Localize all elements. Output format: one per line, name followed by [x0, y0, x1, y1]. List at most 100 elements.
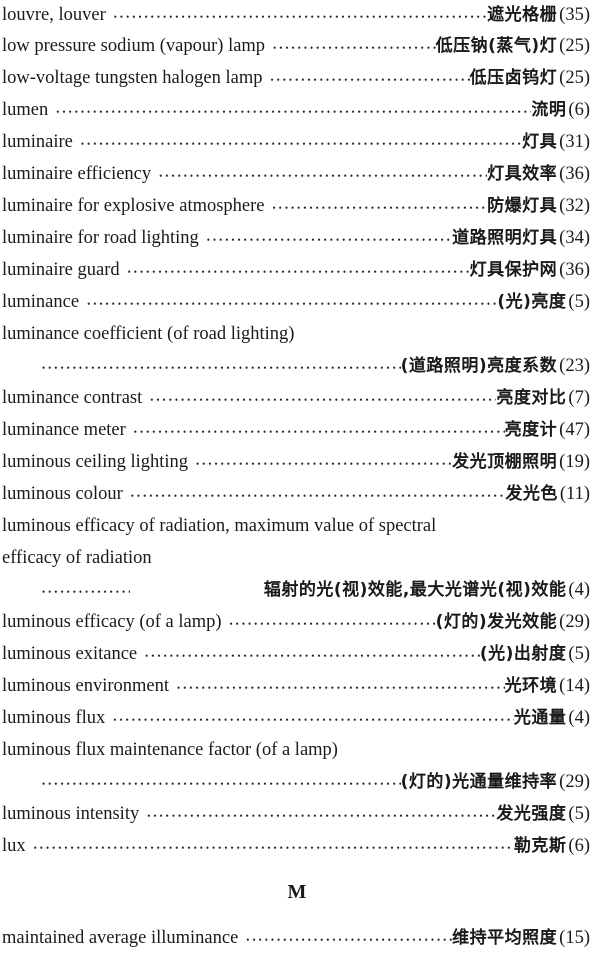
dot-leader	[188, 448, 452, 480]
index-entry: luminous intensity 发光强度 (5)	[2, 798, 590, 830]
dot-leader	[34, 576, 130, 608]
dot-leader	[262, 64, 469, 96]
chinese-term: 道路照明灯具	[452, 228, 558, 248]
chinese-term: 灯具效率	[487, 164, 558, 184]
english-term: luminance coefficient (of road lighting)	[2, 324, 295, 344]
chinese-term: 亮度计	[504, 420, 558, 440]
dot-leader	[106, 1, 487, 33]
english-term: luminous efficacy of radiation, maximum …	[2, 516, 437, 536]
page-number: (5)	[568, 804, 590, 824]
english-term: luminous flux	[2, 708, 106, 728]
chinese-term: (灯的)光通量维持率	[400, 772, 558, 792]
page-number: (14)	[559, 676, 590, 696]
page-number: (35)	[559, 5, 590, 25]
page-number: (5)	[568, 644, 590, 664]
dot-leader	[26, 832, 514, 864]
index-entry-continuation: (灯的)光通量维持率 (29)	[34, 766, 590, 798]
index-entry: luminous colour 发光色 (11)	[2, 478, 590, 510]
dot-leader	[79, 288, 497, 320]
page-number: (29)	[559, 612, 590, 632]
english-term: luminaire	[2, 132, 73, 152]
english-term: luminous flux maintenance factor (of a l…	[2, 740, 338, 760]
page-number: (6)	[568, 836, 590, 856]
english-term: luminance meter	[2, 420, 126, 440]
chinese-term: 光通量	[513, 708, 567, 728]
chinese-term: 发光强度	[496, 804, 567, 824]
chinese-term: 发光顶棚照明	[452, 452, 558, 472]
chinese-term: 灯具	[522, 132, 558, 152]
page-number: (29)	[559, 772, 590, 792]
glossary-index-page: louvre, louver 遮光格栅 (35) low pressure so…	[0, 0, 594, 951]
dot-leader	[222, 608, 436, 640]
chinese-term: (光)出射度	[479, 644, 567, 664]
page-number: (36)	[559, 164, 590, 184]
dot-leader	[199, 224, 452, 256]
index-entry: lumen 流明 (6)	[2, 94, 590, 126]
dot-leader	[265, 192, 488, 224]
chinese-term: (光)亮度	[497, 292, 567, 312]
page-number: (4)	[568, 708, 590, 728]
page-number: (19)	[559, 452, 590, 472]
index-entry-continuation: 辐射的光(视)效能,最大光谱光(视)效能 (4)	[34, 574, 590, 606]
english-term: luminous ceiling lighting	[2, 452, 189, 472]
chinese-term: 亮度对比	[496, 388, 567, 408]
chinese-term: 维持平均照度	[452, 928, 558, 948]
page-number: (25)	[559, 68, 590, 88]
index-entry: lux 勒克斯 (6)	[2, 830, 590, 862]
english-term: maintained average illuminance	[2, 928, 239, 948]
english-term: luminaire for explosive atmosphere	[2, 196, 265, 216]
page-number: (31)	[559, 132, 590, 152]
chinese-term: 防爆灯具	[487, 196, 558, 216]
index-entry: luminance meter 亮度计 (47)	[2, 414, 590, 446]
english-term: luminance contrast	[2, 388, 143, 408]
chinese-term: 勒克斯	[513, 836, 567, 856]
dot-leader	[142, 384, 496, 416]
english-term: louvre, louver	[2, 5, 106, 25]
page-number: (23)	[559, 356, 590, 376]
english-term-continued: efficacy of radiation	[2, 548, 152, 568]
page-number: (5)	[568, 292, 590, 312]
page-number: (7)	[568, 388, 590, 408]
chinese-term: 遮光格栅	[487, 5, 558, 25]
dot-leader	[137, 640, 480, 672]
english-term: luminous exitance	[2, 644, 138, 664]
english-term: luminous efficacy (of a lamp)	[2, 612, 222, 632]
index-entry: luminous flux 光通量 (4)	[2, 702, 590, 734]
index-entry: luminaire for road lighting 道路照明灯具 (34)	[2, 222, 590, 254]
chinese-term: 光环境	[504, 676, 558, 696]
dot-leader	[151, 160, 487, 192]
page-number: (32)	[559, 196, 590, 216]
chinese-term: (灯的)发光效能	[435, 612, 558, 632]
index-entry: low pressure sodium (vapour) lamp 低压钠(蒸气…	[2, 30, 590, 62]
index-entry: luminaire 灯具 (31)	[2, 126, 590, 158]
dot-leader	[120, 256, 470, 288]
index-entry: luminous exitance (光)出射度 (5)	[2, 638, 590, 670]
english-term: luminance	[2, 292, 80, 312]
dot-leader	[139, 800, 496, 832]
index-entry: luminaire guard 灯具保护网 (36)	[2, 254, 590, 286]
dot-leader	[73, 128, 522, 160]
page-number: (11)	[559, 484, 590, 504]
dot-leader	[123, 480, 506, 512]
page-number: (34)	[559, 228, 590, 248]
dot-leader	[238, 924, 452, 956]
english-term: luminaire efficiency	[2, 164, 152, 184]
page-number: (6)	[568, 100, 590, 120]
chinese-term: (道路照明)亮度系数	[400, 356, 558, 376]
index-entry: luminaire for explosive atmosphere 防爆灯具 …	[2, 190, 590, 222]
dot-leader	[265, 32, 436, 64]
english-term: low pressure sodium (vapour) lamp	[2, 36, 266, 56]
dot-leader	[34, 352, 401, 384]
english-term: luminous intensity	[2, 804, 140, 824]
page-number: (25)	[559, 36, 590, 56]
index-entry: luminance contrast 亮度对比 (7)	[2, 382, 590, 414]
english-term: lux	[2, 836, 26, 856]
index-entry: low-voltage tungsten halogen lamp 低压卤钨灯 …	[2, 62, 590, 94]
page-number: (15)	[559, 928, 590, 948]
chinese-term: 辐射的光(视)效能,最大光谱光(视)效能	[263, 580, 567, 600]
dot-leader	[48, 96, 531, 128]
index-entry: maintained average illuminance 维持平均照度 (1…	[2, 922, 590, 954]
page-number: (47)	[559, 420, 590, 440]
english-term: luminaire guard	[2, 260, 120, 280]
section-heading-letter: M	[287, 881, 307, 903]
